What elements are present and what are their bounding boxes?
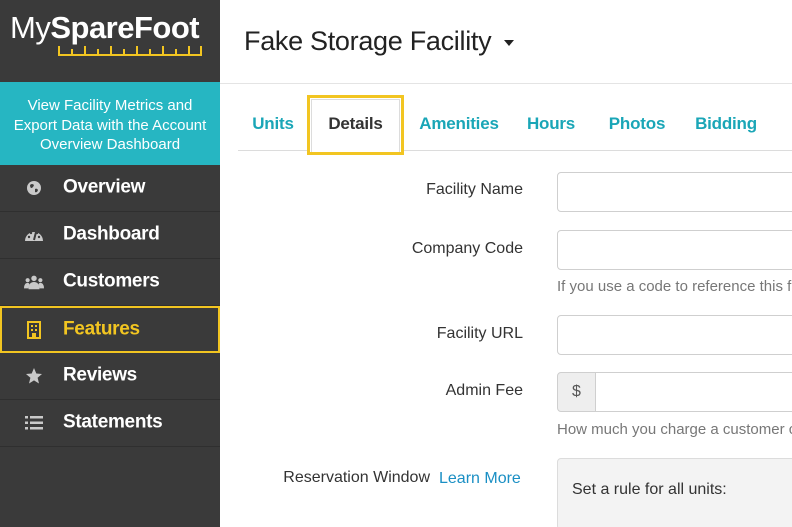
company-code-label: Company Code (411, 240, 523, 257)
sidebar-item-label: Features (63, 318, 140, 340)
star-icon (24, 366, 44, 386)
promo-line-3: Overview Dashboard (39, 136, 181, 153)
tab-units[interactable]: Units (244, 96, 302, 151)
gauge-icon (24, 225, 44, 245)
company-code-help: If you use a code to reference this f (557, 278, 792, 295)
rule-panel-text: Set a rule for all units: (572, 481, 727, 498)
facility-url-input[interactable] (557, 315, 792, 355)
tab-details[interactable]: Details (307, 95, 404, 155)
sidebar-item-label: Statements (63, 411, 163, 433)
reservation-window-label: Reservation Window (283, 469, 430, 486)
dollar-addon: $ (557, 372, 596, 412)
logo-ruler (58, 46, 202, 56)
facility-name-label: Facility Name (426, 181, 523, 198)
logo[interactable]: MySpareFoot (0, 0, 220, 82)
reservation-rule-panel: Set a rule for all units: (557, 458, 792, 527)
sidebar-item-overview[interactable]: Overview (0, 165, 220, 212)
sidebar-item-label: Reviews (63, 364, 137, 386)
users-icon (24, 272, 44, 292)
page-header: Fake Storage Facility (220, 0, 792, 84)
sidebar-item-reviews[interactable]: Reviews (0, 353, 220, 400)
list-icon (24, 413, 44, 433)
admin-fee-label: Admin Fee (445, 382, 523, 399)
admin-fee-input[interactable] (595, 372, 792, 412)
building-icon (24, 320, 44, 340)
promo-line-2: Export Data with the Account (13, 116, 207, 134)
tab-hours[interactable]: Hours (527, 96, 575, 151)
sidebar-item-customers[interactable]: Customers (0, 259, 220, 306)
admin-fee-help: How much you charge a customer c (557, 421, 792, 438)
sidebar-item-features[interactable]: Features (0, 306, 220, 353)
facility-name-input[interactable] (557, 172, 792, 212)
tab-bidding[interactable]: Bidding (695, 96, 757, 151)
tab-amenities[interactable]: Amenities (418, 96, 500, 151)
company-code-input[interactable] (557, 230, 792, 270)
tab-photos[interactable]: Photos (609, 96, 666, 151)
sidebar-item-label: Dashboard (63, 223, 160, 245)
facility-selector-title[interactable]: Fake Storage Facility (244, 26, 492, 57)
account-overview-promo[interactable]: View Facility Metrics and Export Data wi… (0, 82, 220, 165)
tab-details-label: Details (311, 98, 400, 152)
sidebar-item-dashboard[interactable]: Dashboard (0, 212, 220, 259)
logo-part-my: My (10, 10, 51, 45)
sidebar-item-label: Customers (63, 270, 160, 292)
sidebar-item-statements[interactable]: Statements (0, 400, 220, 447)
feature-tabs: Units Details Amenities Hours Photos Bid… (238, 95, 792, 155)
sidebar: MySpareFoot View Facility Metrics and Ex… (0, 0, 220, 527)
chevron-down-icon[interactable] (504, 40, 514, 46)
sidebar-item-label: Overview (63, 176, 146, 198)
promo-line-1: View Facility Metrics and (27, 97, 193, 114)
globe-icon (24, 178, 44, 198)
main-content: Fake Storage Facility Units Details Amen… (220, 0, 792, 527)
logo-part-sparefoot: SpareFoot (50, 10, 200, 45)
learn-more-link[interactable]: Learn More (439, 470, 521, 488)
facility-url-label: Facility URL (436, 325, 523, 342)
logo-text: MySpareFoot (10, 10, 200, 46)
